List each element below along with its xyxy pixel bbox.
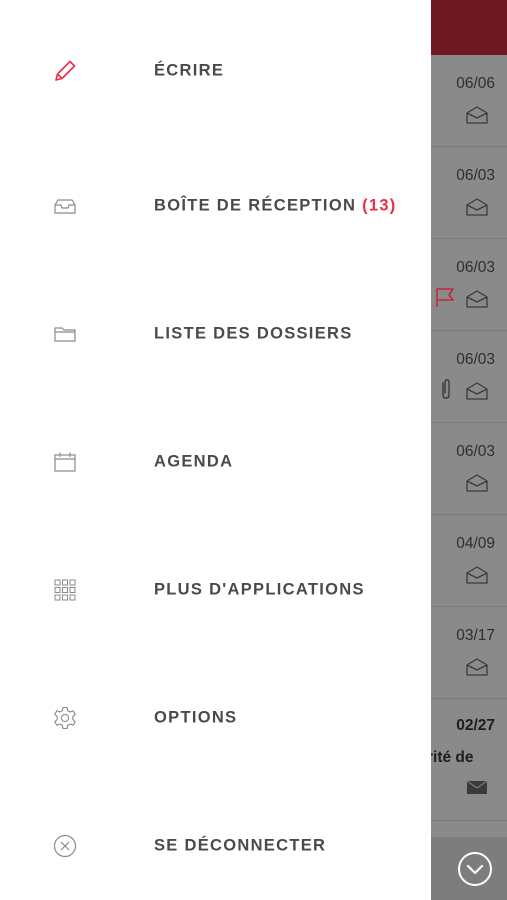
menu-item-folders[interactable]: LISTE DES DOSSIERS — [0, 304, 431, 364]
message-row[interactable]: 06/03 — [431, 239, 507, 331]
message-row-unread[interactable]: 02/27 rité de — [431, 699, 507, 821]
message-date: 06/03 — [456, 259, 495, 276]
app-grid-icon — [52, 577, 78, 603]
paperclip-icon — [439, 377, 463, 401]
envelope-open-icon — [465, 565, 489, 585]
message-row[interactable]: 06/03 — [431, 147, 507, 239]
message-list-overlay[interactable]: 06/06 06/03 06/03 06/03 06/03 04/09 03/1… — [431, 0, 507, 900]
message-date: 06/03 — [456, 443, 495, 460]
menu-label-inbox: BOÎTE DE RÉCEPTION (13) — [154, 196, 397, 215]
list-footer — [431, 837, 507, 900]
menu-label-logout: SE DÉCONNECTER — [154, 836, 327, 855]
message-row[interactable]: 06/03 — [431, 331, 507, 423]
message-row[interactable]: 06/06 — [431, 55, 507, 147]
chevron-down-circle-icon[interactable] — [457, 851, 493, 887]
envelope-closed-icon — [465, 777, 489, 797]
envelope-open-icon — [465, 381, 489, 401]
menu-label-calendar: AGENDA — [154, 452, 234, 471]
envelope-open-icon — [465, 197, 489, 217]
menu-label-compose: ÉCRIRE — [154, 61, 225, 80]
menu-label-apps: PLUS D'APPLICATIONS — [154, 580, 365, 599]
app-header — [431, 0, 507, 55]
message-row[interactable]: 03/17 — [431, 607, 507, 699]
pencil-icon — [52, 58, 78, 84]
menu-item-compose[interactable]: ÉCRIRE — [0, 41, 431, 101]
menu-item-logout[interactable]: SE DÉCONNECTER — [0, 816, 431, 876]
menu-label-folders: LISTE DES DOSSIERS — [154, 324, 353, 343]
message-date: 02/27 — [456, 717, 495, 734]
menu-item-apps[interactable]: PLUS D'APPLICATIONS — [0, 560, 431, 620]
message-date: 03/17 — [456, 627, 495, 644]
menu-item-calendar[interactable]: AGENDA — [0, 432, 431, 492]
message-date: 04/09 — [456, 535, 495, 552]
message-date: 06/06 — [456, 75, 495, 92]
folder-icon — [52, 321, 78, 347]
message-date: 06/03 — [456, 167, 495, 184]
gear-icon — [52, 705, 78, 731]
navigation-drawer: ÉCRIRE BOÎTE DE RÉCEPTION (13) LISTE DES… — [0, 0, 431, 900]
envelope-open-icon — [465, 657, 489, 677]
menu-item-inbox[interactable]: BOÎTE DE RÉCEPTION (13) — [0, 176, 431, 236]
unread-count-badge: (13) — [362, 196, 397, 215]
message-row[interactable]: 06/03 — [431, 423, 507, 515]
envelope-open-icon — [465, 105, 489, 125]
envelope-open-icon — [465, 289, 489, 309]
menu-label-options: OPTIONS — [154, 708, 238, 727]
message-snippet: rité de — [431, 749, 474, 766]
flag-icon — [433, 285, 457, 309]
inbox-tray-icon — [52, 193, 78, 219]
message-date: 06/03 — [456, 351, 495, 368]
message-row[interactable]: 04/09 — [431, 515, 507, 607]
envelope-open-icon — [465, 473, 489, 493]
close-circle-icon — [52, 833, 78, 859]
calendar-icon — [52, 449, 78, 475]
menu-item-options[interactable]: OPTIONS — [0, 688, 431, 748]
